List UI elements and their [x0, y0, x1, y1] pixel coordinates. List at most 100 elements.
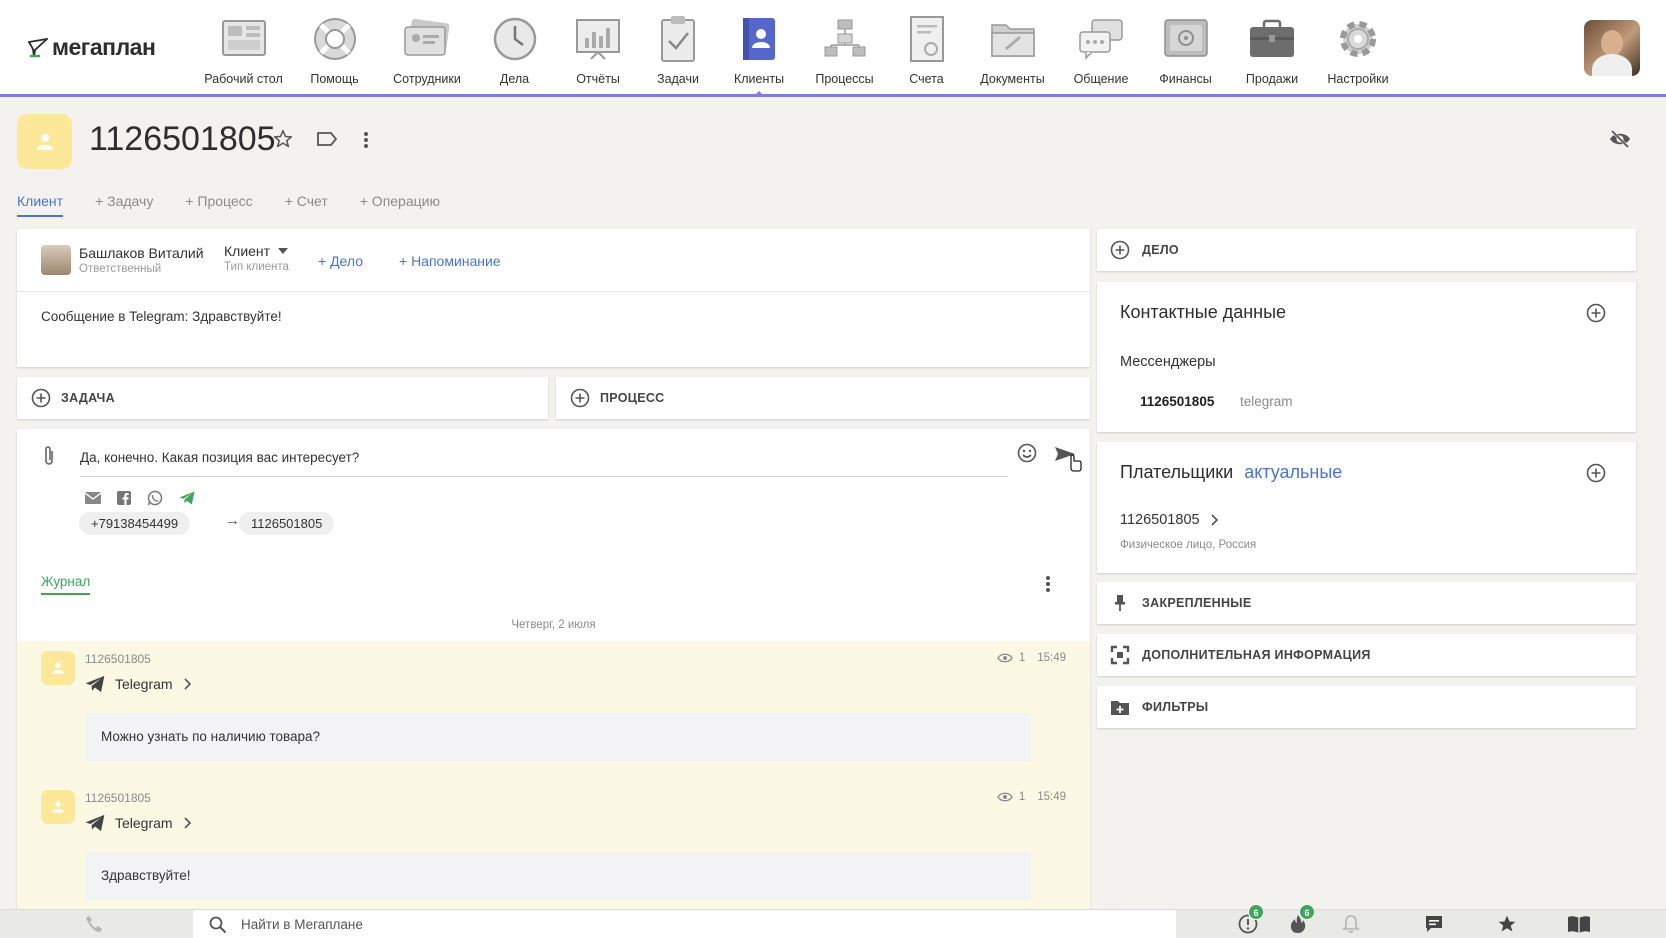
- nav-item-processes[interactable]: Процессы: [801, 0, 888, 97]
- emoji-icon[interactable]: [1017, 443, 1037, 468]
- telegram-icon[interactable]: [179, 491, 195, 505]
- hot-button[interactable]: 6: [1289, 904, 1315, 938]
- nav-item-employees[interactable]: Сотрудники: [382, 0, 472, 97]
- message-input[interactable]: Да, конечно. Какая позиция вас интересуе…: [80, 439, 1008, 477]
- telegram-icon: [85, 675, 105, 693]
- add-reminder-link[interactable]: + Напоминание: [399, 253, 501, 269]
- user-avatar[interactable]: [1584, 20, 1640, 76]
- tab-journal[interactable]: Журнал: [41, 574, 91, 595]
- entry-meta: 1 15:49: [997, 791, 1066, 803]
- person-icon: [52, 801, 64, 813]
- nav-item-cases[interactable]: Дела: [472, 0, 557, 97]
- journal-more-icon[interactable]: [1045, 575, 1051, 598]
- alerts-button[interactable]: 6: [1238, 904, 1264, 938]
- pinned-section[interactable]: ЗАКРЕПЛЕННЫЕ: [1097, 582, 1636, 624]
- processes-icon: [824, 19, 865, 57]
- pinned-label: ЗАКРЕПЛЕННЫЕ: [1142, 596, 1252, 610]
- nav-item-communication[interactable]: Общение: [1060, 0, 1142, 97]
- to-recipient-chip[interactable]: 1126501805: [239, 512, 335, 535]
- messenger-id[interactable]: 1126501805: [1140, 394, 1214, 409]
- notifications-bell-icon[interactable]: [1342, 914, 1360, 938]
- email-icon[interactable]: [85, 492, 101, 504]
- nav-item-clients[interactable]: Клиенты: [717, 0, 801, 97]
- tab-add-task[interactable]: + Задачу: [95, 193, 153, 217]
- tab-add-operation[interactable]: + Операцию: [360, 193, 440, 217]
- send-button[interactable]: [1053, 443, 1083, 478]
- whatsapp-icon[interactable]: [147, 490, 163, 506]
- logo-text: мегаплан: [52, 34, 156, 60]
- tag-icon[interactable]: [316, 131, 338, 152]
- add-task-label: ЗАДАЧА: [61, 391, 115, 405]
- plus-circle-icon: [1110, 240, 1130, 260]
- journal-date-separator: Четверг, 2 июля: [511, 619, 596, 631]
- nav-item-invoices[interactable]: Счета: [888, 0, 965, 97]
- search-placeholder: Найти в Мегаплане: [241, 917, 363, 932]
- responsible-person[interactable]: Башлаков Виталий Ответственный: [41, 245, 204, 275]
- entry-channel[interactable]: Telegram: [85, 814, 191, 832]
- favorites-star-icon[interactable]: [1497, 914, 1517, 938]
- chevron-right-icon: [1211, 514, 1218, 526]
- hot-count-badge: 6: [1299, 904, 1315, 920]
- eye-icon: [997, 653, 1013, 663]
- gear-icon: [1340, 21, 1376, 57]
- add-case-button[interactable]: ДЕЛО: [1097, 229, 1636, 271]
- logo-plane-icon: [28, 37, 48, 57]
- logo[interactable]: мегаплан: [28, 34, 156, 61]
- more-vertical-icon[interactable]: [363, 131, 369, 154]
- global-search-input[interactable]: Найти в Мегаплане: [193, 910, 1176, 938]
- sender-avatar: [41, 651, 75, 685]
- add-process-label: ПРОЦЕСС: [600, 391, 665, 405]
- client-type-select[interactable]: Клиент Тип клиента: [224, 243, 289, 273]
- hide-eye-icon[interactable]: [1609, 129, 1631, 153]
- chevron-right-icon: [184, 678, 191, 690]
- nav-item-help[interactable]: Помощь: [287, 0, 382, 97]
- add-task-button[interactable]: ЗАДАЧА: [17, 377, 548, 419]
- add-case-label: ДЕЛО: [1142, 243, 1179, 257]
- messages-icon[interactable]: [1424, 914, 1444, 938]
- route-arrow: →: [225, 512, 240, 529]
- add-case-link[interactable]: + Дело: [318, 253, 363, 269]
- nav-item-documents[interactable]: Документы: [965, 0, 1060, 97]
- payer-item[interactable]: 1126501805: [1120, 512, 1218, 528]
- person-icon: [52, 662, 64, 674]
- payers-filter-link[interactable]: актуальные: [1244, 462, 1342, 482]
- entry-meta: 1 15:49: [997, 652, 1066, 664]
- add-process-button[interactable]: ПРОЦЕСС: [556, 377, 1090, 419]
- chevron-down-icon: [278, 248, 289, 254]
- nav-item-reports[interactable]: Отчёты: [557, 0, 639, 97]
- nav-item-tasks[interactable]: Задачи: [639, 0, 717, 97]
- search-icon: [209, 916, 227, 933]
- nav-item-sales[interactable]: Продажи: [1229, 0, 1315, 97]
- entry-time: 15:49: [1037, 652, 1066, 664]
- nav-item-finance[interactable]: Финансы: [1142, 0, 1229, 97]
- tab-add-invoice[interactable]: + Счет: [285, 193, 328, 217]
- add-contact-icon[interactable]: [1586, 303, 1606, 328]
- bottom-bar: Найти в Мегаплане 6 6: [0, 904, 1666, 938]
- journal-entry: 1126501805 1 15:49 Telegram Здравствуйте…: [17, 780, 1090, 909]
- favorite-star-icon[interactable]: [273, 129, 293, 154]
- add-payer-icon[interactable]: [1586, 463, 1606, 488]
- entry-message: Можно узнать по наличию товара?: [85, 713, 1031, 761]
- channel-selector: [85, 490, 195, 506]
- knowledge-book-icon[interactable]: [1567, 914, 1591, 938]
- communication-card: Да, конечно. Какая позиция вас интересуе…: [17, 429, 1090, 909]
- nav-item-desktop[interactable]: Рабочий стол: [200, 0, 287, 97]
- attach-paperclip-icon[interactable]: [43, 445, 55, 472]
- entry-channel-name: Telegram: [115, 676, 173, 692]
- expand-icon: [1110, 645, 1130, 665]
- additional-info-section[interactable]: ДОПОЛНИТЕЛЬНАЯ ИНФОРМАЦИЯ: [1097, 634, 1636, 676]
- alerts-count-badge: 6: [1248, 904, 1264, 920]
- entry-channel[interactable]: Telegram: [85, 675, 191, 693]
- tab-add-process[interactable]: + Процесс: [185, 193, 252, 217]
- eye-icon: [997, 792, 1013, 802]
- client-type-value: Клиент: [224, 243, 271, 259]
- filters-section[interactable]: ФИЛЬТРЫ: [1097, 686, 1636, 728]
- payers-card: Плательщики актуальные 1126501805 Физиче…: [1097, 442, 1636, 573]
- from-phone-chip[interactable]: +79138454499: [79, 512, 191, 535]
- nav-item-settings[interactable]: Настройки: [1315, 0, 1401, 97]
- phone-icon[interactable]: [85, 915, 103, 938]
- tab-client[interactable]: Клиент: [17, 193, 64, 217]
- invoice-icon: [909, 16, 944, 62]
- payer-name: 1126501805: [1120, 512, 1200, 528]
- facebook-icon[interactable]: [117, 491, 131, 505]
